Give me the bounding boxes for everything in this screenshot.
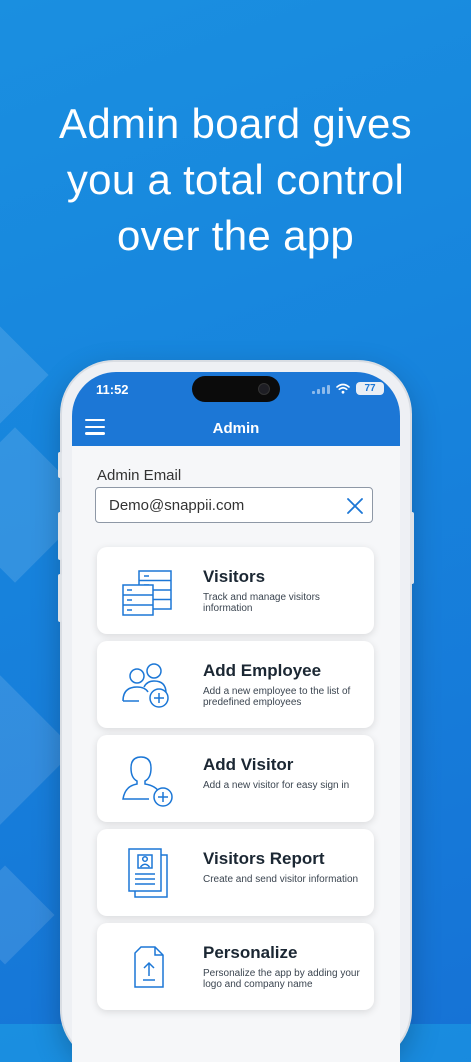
phone-side-button — [58, 452, 62, 478]
card-title: Add Employee — [203, 661, 322, 680]
headline-line: you a total control — [66, 156, 405, 203]
phone-side-button — [58, 512, 62, 560]
headline-line: Admin board gives — [59, 100, 412, 147]
phone-frame: 11:52 77 Admin Admin Email Demo@snappii.… — [58, 362, 414, 1062]
admin-email-label: Admin Email — [97, 467, 182, 484]
card-title: Visitors Report — [203, 849, 325, 868]
personalize-card[interactable]: Personalize Personalize the app by addin… — [97, 923, 374, 1010]
admin-email-value[interactable]: Demo@snappii.com — [109, 497, 244, 514]
battery-indicator: 77 — [356, 382, 384, 395]
card-title: Add Visitor — [203, 755, 294, 774]
promo-headline: Admin board gives you a total control ov… — [0, 96, 471, 264]
visitors-list-icon — [122, 570, 172, 616]
card-title: Personalize — [203, 943, 298, 962]
signal-icon — [312, 384, 330, 394]
card-description: Add a new employee to the list of predef… — [203, 686, 351, 708]
card-description: Personalize the app by adding your logo … — [203, 968, 360, 990]
close-icon[interactable] — [345, 496, 365, 516]
background-decoration — [0, 865, 55, 965]
dynamic-island — [192, 376, 280, 402]
add-employee-icon — [122, 663, 169, 708]
card-title: Visitors — [203, 567, 266, 586]
status-time: 11:52 — [96, 382, 129, 397]
upload-file-icon — [134, 946, 164, 988]
admin-email-field[interactable]: Demo@snappii.com — [95, 487, 373, 523]
phone-screen: 11:52 77 Admin Admin Email Demo@snappii.… — [72, 372, 400, 1062]
report-icon — [128, 848, 168, 898]
visitors-card[interactable]: Visitors Track and manage visitors infor… — [97, 547, 374, 634]
app-bar: 11:52 77 Admin — [72, 372, 400, 446]
background-decoration — [0, 311, 49, 439]
card-description: Add a new visitor for easy sign in — [203, 780, 350, 791]
visitors-report-card[interactable]: Visitors Report Create and send visitor … — [97, 829, 374, 916]
wifi-icon — [336, 383, 350, 394]
add-visitor-card[interactable]: Add Visitor Add a new visitor for easy s… — [97, 735, 374, 822]
phone-side-button — [410, 512, 414, 584]
add-visitor-icon — [122, 756, 173, 807]
card-description: Create and send visitor information — [203, 874, 359, 885]
phone-side-button — [58, 574, 62, 622]
app-bar-title: Admin — [212, 420, 260, 437]
card-description: Track and manage visitors information — [203, 592, 320, 614]
status-indicators: 77 — [312, 382, 384, 395]
add-employee-card[interactable]: Add Employee Add a new employee to the l… — [97, 641, 374, 728]
camera-icon — [258, 383, 270, 395]
headline-line: over the app — [116, 212, 355, 259]
